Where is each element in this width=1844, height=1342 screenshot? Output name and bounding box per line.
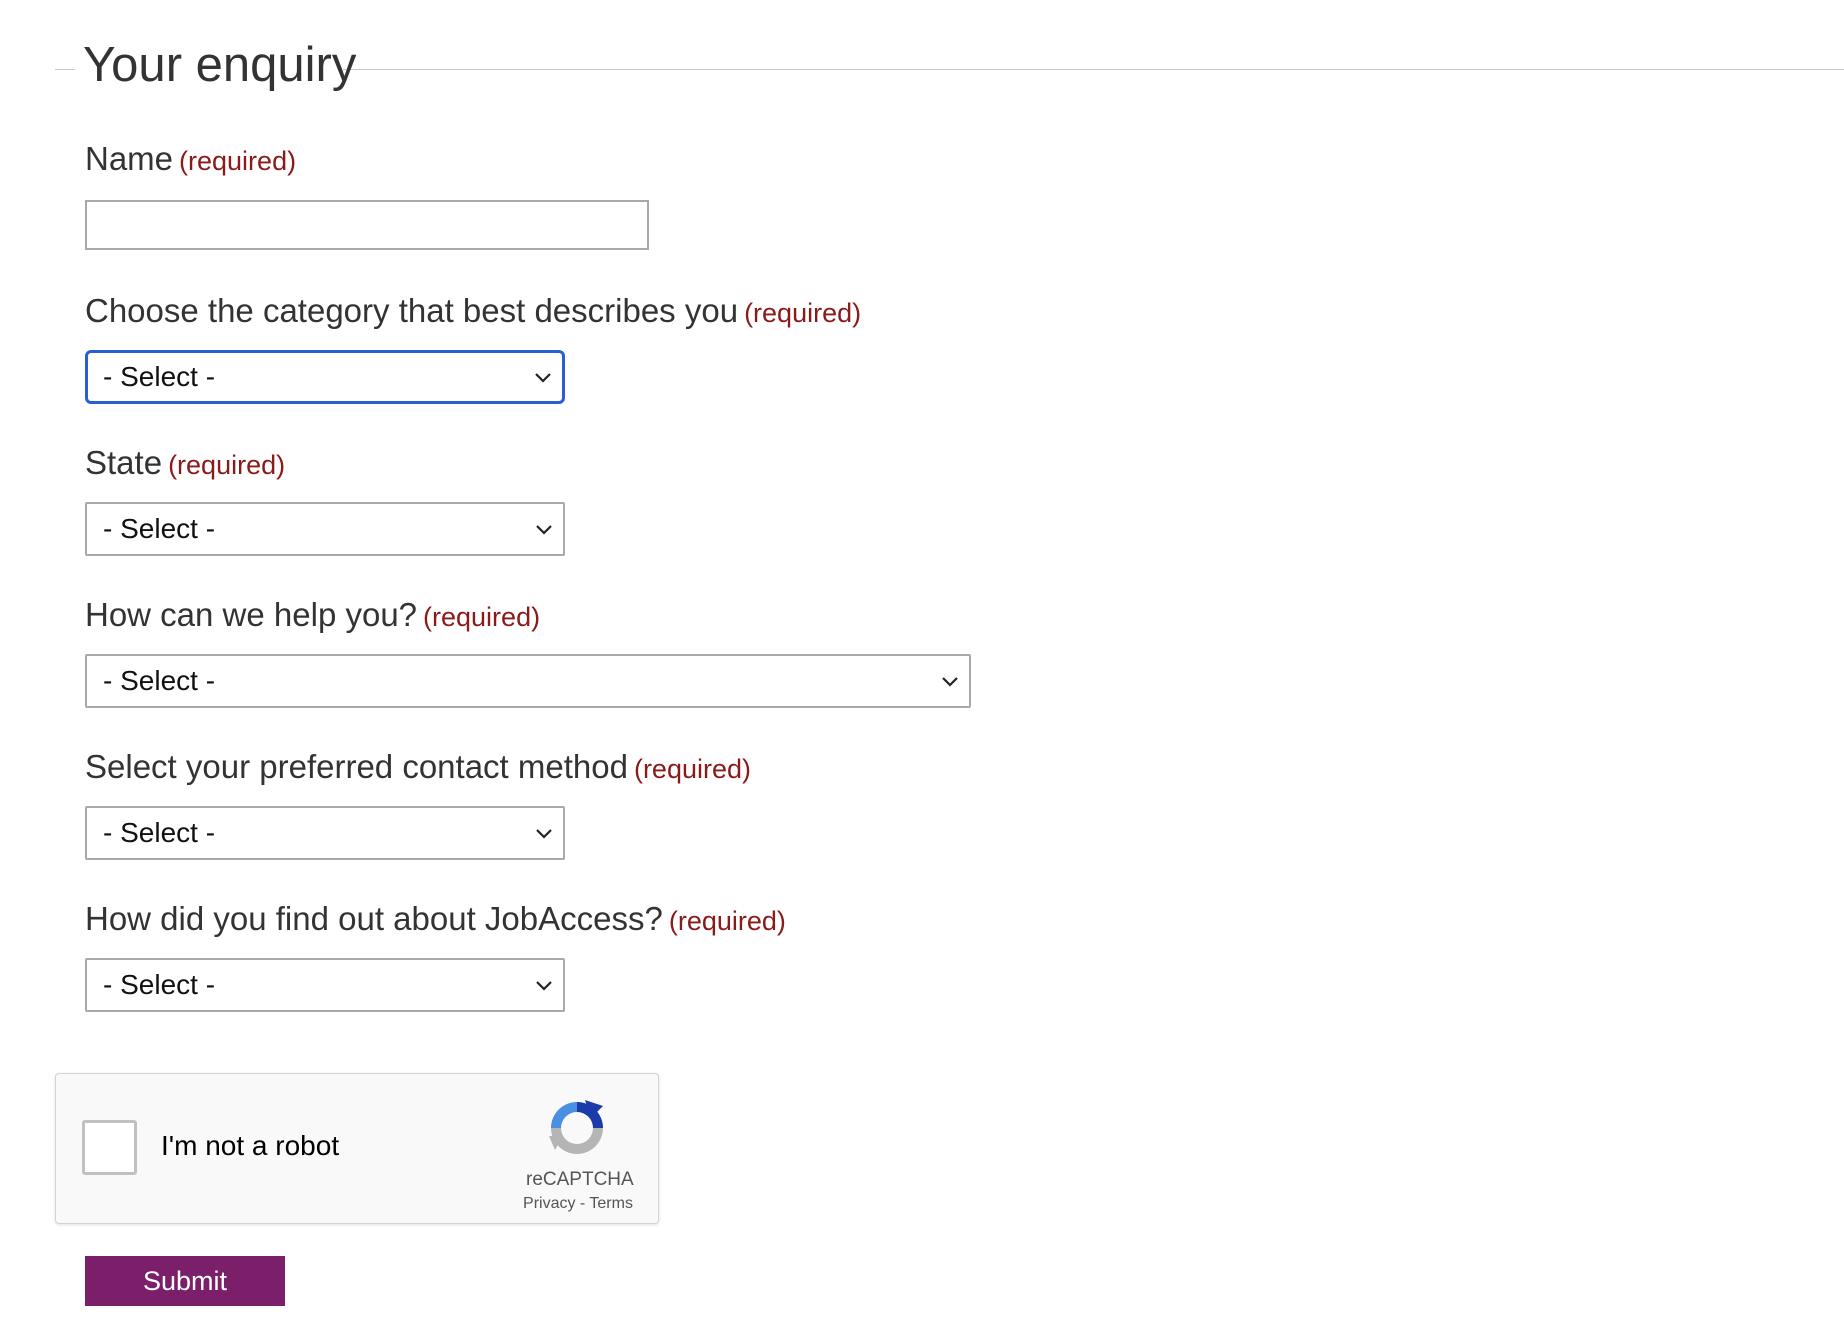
chevron-down-icon — [535, 373, 551, 383]
help-select[interactable]: - Select - — [85, 654, 971, 708]
required-marker: (required) — [179, 146, 297, 176]
contact-method-select-value: - Select - — [103, 817, 216, 848]
chevron-down-icon — [536, 525, 552, 535]
help-label-text: How can we help you? — [85, 596, 418, 633]
chevron-down-icon — [536, 981, 552, 991]
recaptcha-brand: reCAPTCHA — [526, 1169, 634, 1190]
help-select-value: - Select - — [103, 665, 216, 696]
required-marker: (required) — [744, 298, 862, 328]
state-select[interactable]: - Select - — [85, 502, 565, 556]
required-marker: (required) — [633, 754, 751, 784]
state-label: State (required) — [85, 444, 285, 482]
required-marker: (required) — [423, 602, 541, 632]
category-label-text: Choose the category that best describes … — [85, 292, 739, 329]
name-label-text: Name — [85, 140, 174, 177]
category-select[interactable]: - Select - — [85, 350, 565, 404]
contact-method-label: Select your preferred contact method (req… — [85, 748, 751, 786]
form-legend: Your enquiry — [83, 38, 357, 92]
link-separator: - — [579, 1195, 586, 1212]
recaptcha-checkbox[interactable] — [82, 1120, 137, 1175]
terms-link[interactable]: Terms — [589, 1195, 633, 1212]
state-select-value: - Select - — [103, 513, 216, 544]
recaptcha-widget: I'm not a robot reCAPTCHA Privacy - Term… — [55, 1073, 659, 1224]
category-label: Choose the category that best describes … — [85, 292, 861, 330]
recaptcha-label: I'm not a robot — [161, 1130, 340, 1161]
contact-method-select[interactable]: - Select - — [85, 806, 565, 860]
source-select-value: - Select - — [103, 969, 216, 1000]
contact-method-label-text: Select your preferred contact method — [85, 748, 628, 785]
source-select[interactable]: - Select - — [85, 958, 565, 1012]
category-select-value: - Select - — [103, 361, 216, 392]
privacy-link[interactable]: Privacy — [523, 1195, 575, 1212]
legend-line-right — [343, 69, 1844, 70]
name-input[interactable] — [85, 200, 649, 250]
help-label: How can we help you? (required) — [85, 596, 540, 634]
state-label-text: State — [85, 444, 163, 481]
chevron-down-icon — [942, 677, 958, 687]
required-marker: (required) — [168, 450, 286, 480]
legend-line-left — [55, 69, 75, 70]
submit-button[interactable]: Submit — [85, 1256, 285, 1306]
required-marker: (required) — [668, 906, 786, 936]
recaptcha-links: Privacy - Terms — [511, 1195, 645, 1213]
source-label-text: How did you find out about JobAccess? — [85, 900, 663, 937]
recaptcha-logo-icon — [549, 1100, 603, 1154]
name-label: Name (required) — [85, 140, 296, 178]
source-label: How did you find out about JobAccess? (re… — [85, 900, 786, 938]
chevron-down-icon — [536, 829, 552, 839]
